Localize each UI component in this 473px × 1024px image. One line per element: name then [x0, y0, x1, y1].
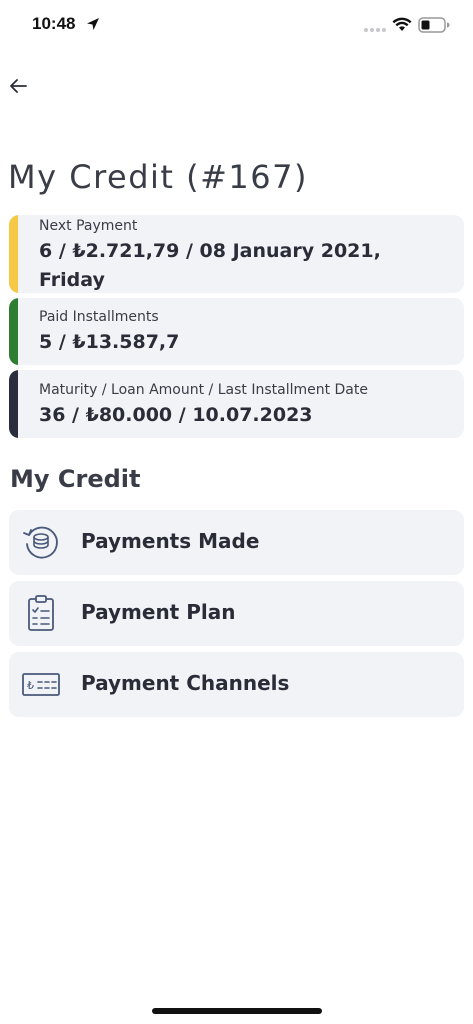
status-bar: 10:48 [0, 0, 473, 48]
back-button[interactable] [6, 74, 30, 98]
paid-installments-label: Paid Installments [39, 309, 159, 325]
maturity-accent-bar [9, 370, 18, 438]
maturity-label: Maturity / Loan Amount / Last Installmen… [39, 382, 368, 398]
payment-plan-label: Payment Plan [81, 600, 236, 624]
home-indicator[interactable] [152, 1008, 322, 1014]
coins-history-icon [21, 522, 61, 562]
wifi-icon [392, 17, 412, 31]
paid-installments-accent-bar [9, 298, 18, 365]
lira-card-icon: ₺ [21, 664, 61, 704]
paid-installments-value: 5 / ₺13.587,7 [39, 331, 180, 353]
arrow-left-icon [10, 79, 27, 93]
signal-icon [364, 28, 386, 32]
page-title: My Credit (#167) [8, 158, 308, 196]
section-title: My Credit [10, 465, 141, 493]
location-arrow-icon [87, 18, 99, 30]
payment-plan-button[interactable]: Payment Plan [9, 581, 464, 646]
next-payment-label: Next Payment [39, 218, 138, 234]
maturity-card: Maturity / Loan Amount / Last Installmen… [9, 370, 464, 438]
payments-made-button[interactable]: Payments Made [9, 510, 464, 575]
next-payment-accent-bar [9, 215, 18, 293]
next-payment-card: Next Payment 6 / ₺2.721,79 / 08 January … [9, 215, 464, 293]
next-payment-value: 6 / ₺2.721,79 / 08 January 2021, Friday [39, 240, 381, 291]
maturity-value: 36 / ₺80.000 / 10.07.2023 [39, 404, 313, 426]
paid-installments-card: Paid Installments 5 / ₺13.587,7 [9, 298, 464, 365]
clipboard-checklist-icon [21, 593, 61, 633]
payment-channels-button[interactable]: ₺ Payment Channels [9, 652, 464, 717]
payment-channels-label: Payment Channels [81, 671, 290, 695]
battery-icon [418, 17, 450, 33]
payments-made-label: Payments Made [81, 529, 260, 553]
status-time: 10:48 [32, 14, 76, 33]
svg-text:₺: ₺ [27, 679, 34, 692]
